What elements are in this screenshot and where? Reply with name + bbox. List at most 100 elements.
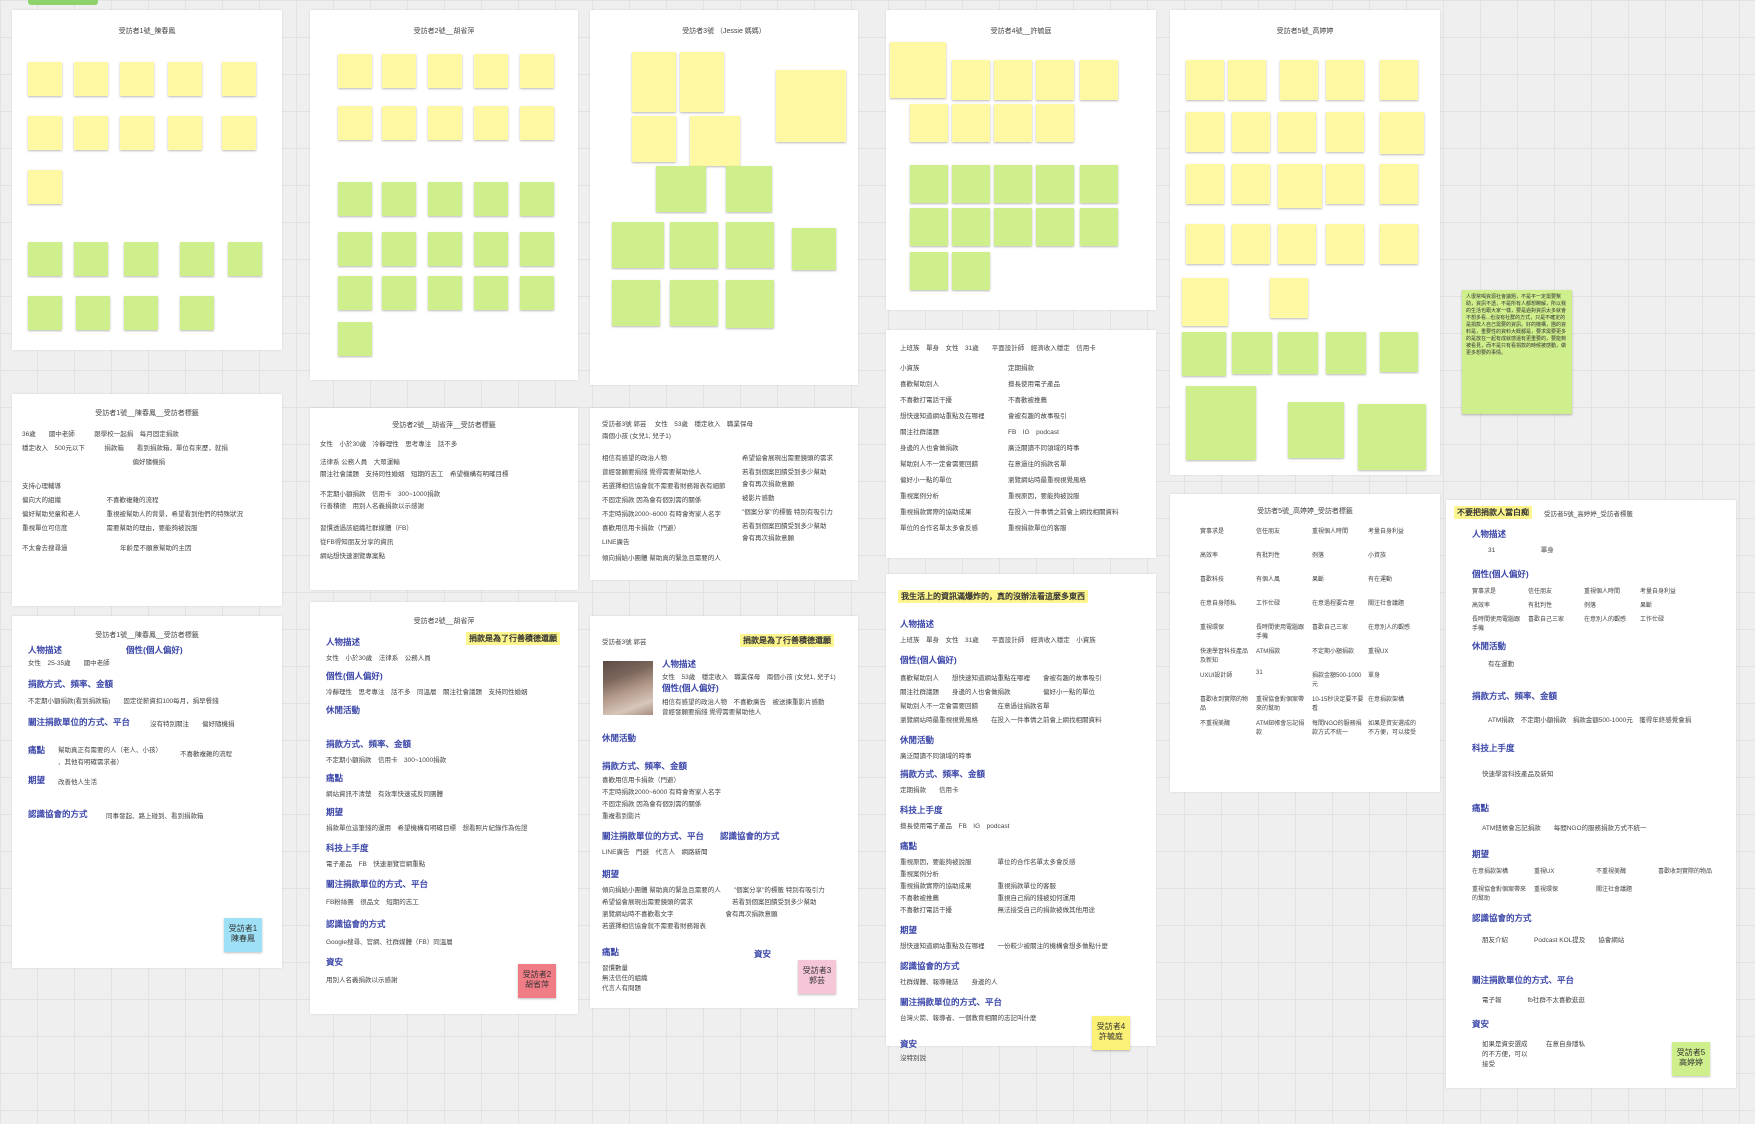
sticky-note[interactable] [670,222,718,268]
sticky-note[interactable] [180,242,214,276]
sticky-note[interactable] [1326,332,1366,374]
sticky-note[interactable] [1326,112,1364,152]
sticky-note[interactable] [1232,164,1270,204]
sticky-note[interactable] [910,208,948,246]
sticky-note[interactable] [994,60,1032,100]
sticky-note[interactable] [74,242,108,276]
affinity-board-3[interactable]: 受訪者3號 （Jessie 媽媽） [590,10,858,385]
sticky-note[interactable] [1288,402,1344,458]
sticky-note[interactable] [222,116,256,150]
sticky-note[interactable] [76,296,110,330]
sticky-note[interactable] [952,165,990,203]
sticky-note[interactable] [612,280,660,326]
sticky-note[interactable] [1036,104,1074,142]
sticky-note[interactable] [656,166,706,212]
sticky-note[interactable] [1278,164,1322,208]
sticky-note[interactable] [28,242,62,276]
sticky-note[interactable] [338,182,372,216]
sticky-note[interactable] [952,208,990,246]
sticky-note[interactable] [1232,224,1270,264]
sticky-note[interactable] [1380,60,1418,100]
sticky-note[interactable] [670,280,718,326]
sticky-note[interactable] [1380,332,1418,372]
sticky-note[interactable] [28,296,62,330]
sticky-note[interactable] [1182,332,1226,376]
persona-card-4[interactable]: 我生活上的資訊滿爆炸的，真的沒辦法看這麼多東西 人物描述 上班族 單身 女性 3… [886,574,1156,1062]
sticky-note[interactable] [124,242,158,276]
sticky-note[interactable] [890,42,946,98]
sticky-note[interactable] [680,52,724,112]
persona-tag[interactable]: 受訪者4 許毓庭 [1092,1016,1130,1050]
sticky-note[interactable] [520,182,554,216]
sticky-note[interactable] [120,116,154,150]
sticky-note[interactable] [180,296,214,330]
sticky-note[interactable] [382,106,416,140]
sticky-note[interactable] [338,232,372,266]
sticky-note[interactable] [28,170,62,204]
sticky-note[interactable] [28,116,62,150]
sticky-note[interactable] [1380,164,1418,204]
sticky-note[interactable] [632,52,676,112]
sticky-note[interactable] [612,222,664,268]
sticky-note[interactable] [222,62,256,96]
sticky-note[interactable] [910,165,948,203]
sticky-note[interactable] [1380,112,1424,154]
sticky-note[interactable] [520,232,554,266]
sticky-note[interactable] [428,232,462,266]
sticky-note[interactable] [1270,278,1308,318]
persona-card-5[interactable]: 不要把捐款人當白痴 受訪者5號_高婷婷_受訪者標籤 人物描述 31 單身 個性(… [1446,500,1736,1088]
sticky-note[interactable] [382,276,416,310]
sticky-note[interactable] [726,222,774,268]
top-toolbar-bar[interactable] [28,0,98,5]
sticky-note[interactable] [1080,60,1118,100]
sticky-note[interactable] [124,296,158,330]
persona-card-3[interactable]: 受訪者3號 郭芸 捐款是為了行善積德還願 人物描述 女性 53歲 穩定收入 職業… [590,616,858,1008]
sticky-note[interactable] [952,60,990,100]
sticky-note[interactable] [1036,165,1074,203]
persona-card-2[interactable]: 受訪者2號__胡省萍 捐款是為了行善積德還願 人物描述 女性 小於30歲 法律系… [310,602,578,1014]
sticky-note[interactable] [1186,60,1224,100]
affinity-board-1[interactable]: 受訪者1號_陳春鳳 [12,10,282,350]
affinity-board-4[interactable]: 受訪者4號__許毓庭 [886,10,1156,310]
tag-panel-3[interactable]: 受訪者3號 郭芸 女性 53歲 穩定收入 職業保母 兩個小孩 (女兒1, 兒子1… [590,408,858,580]
sticky-note[interactable] [1080,208,1118,246]
sticky-note[interactable] [474,54,508,88]
affinity-board-2[interactable]: 受訪者2號__胡省萍 [310,10,578,380]
sticky-note[interactable] [690,116,740,166]
sticky-note[interactable] [1232,332,1272,374]
sticky-note[interactable] [520,106,554,140]
sticky-note[interactable] [382,182,416,216]
sticky-note[interactable] [1186,224,1224,264]
sticky-note[interactable] [1326,164,1364,204]
sticky-note[interactable] [1036,208,1074,246]
sticky-note[interactable] [1232,112,1270,152]
sticky-note[interactable] [74,116,108,150]
sticky-note[interactable] [168,62,202,96]
sticky-note[interactable] [1186,164,1224,204]
sticky-note[interactable] [168,116,202,150]
sticky-note[interactable] [1278,112,1316,152]
sticky-note[interactable] [428,182,462,216]
persona-card-1[interactable]: 受訪者1號__陳春鳳__受訪者標籤 人物描述 個性(個人偏好) 女性 25-35… [12,616,282,968]
sticky-note[interactable] [428,54,462,88]
sticky-note-large[interactable]: 人很常喝資源社會議題，不是平一定需要幫助，資訊不透，不是所有人都想瞭解，所以我的… [1462,290,1572,414]
sticky-note[interactable] [1380,224,1418,264]
tag-panel-1[interactable]: 受訪者1號__陳春鳳__受訪者標籤 36歲 國中老師 跟學校一起捐 每月固定捐款… [12,394,282,606]
sticky-note[interactable] [1278,224,1316,264]
sticky-note[interactable] [910,104,948,142]
sticky-note[interactable] [792,228,836,270]
sticky-note[interactable] [228,242,262,276]
sticky-note[interactable] [994,104,1032,142]
sticky-note[interactable] [1228,60,1266,100]
sticky-note[interactable] [1326,224,1364,264]
persona-tag[interactable]: 受訪者1 陳春鳳 [224,918,262,952]
sticky-note[interactable] [952,252,990,290]
tag-panel-4[interactable]: 上班族 單身 女性 31歲 平面設計師 經濟收入穩定 信用卡 小資族 喜歡幫助別… [886,330,1156,558]
sticky-note[interactable] [382,54,416,88]
sticky-note[interactable] [1186,386,1256,460]
sticky-note[interactable] [726,280,774,328]
tag-panel-2[interactable]: 受訪者2號__胡省萍__受訪者標籤 女性 小於30歲 冷靜理性 思考專注 話不多… [310,408,578,590]
sticky-note[interactable] [120,62,154,96]
sticky-note[interactable] [428,276,462,310]
sticky-note[interactable] [1186,112,1224,152]
